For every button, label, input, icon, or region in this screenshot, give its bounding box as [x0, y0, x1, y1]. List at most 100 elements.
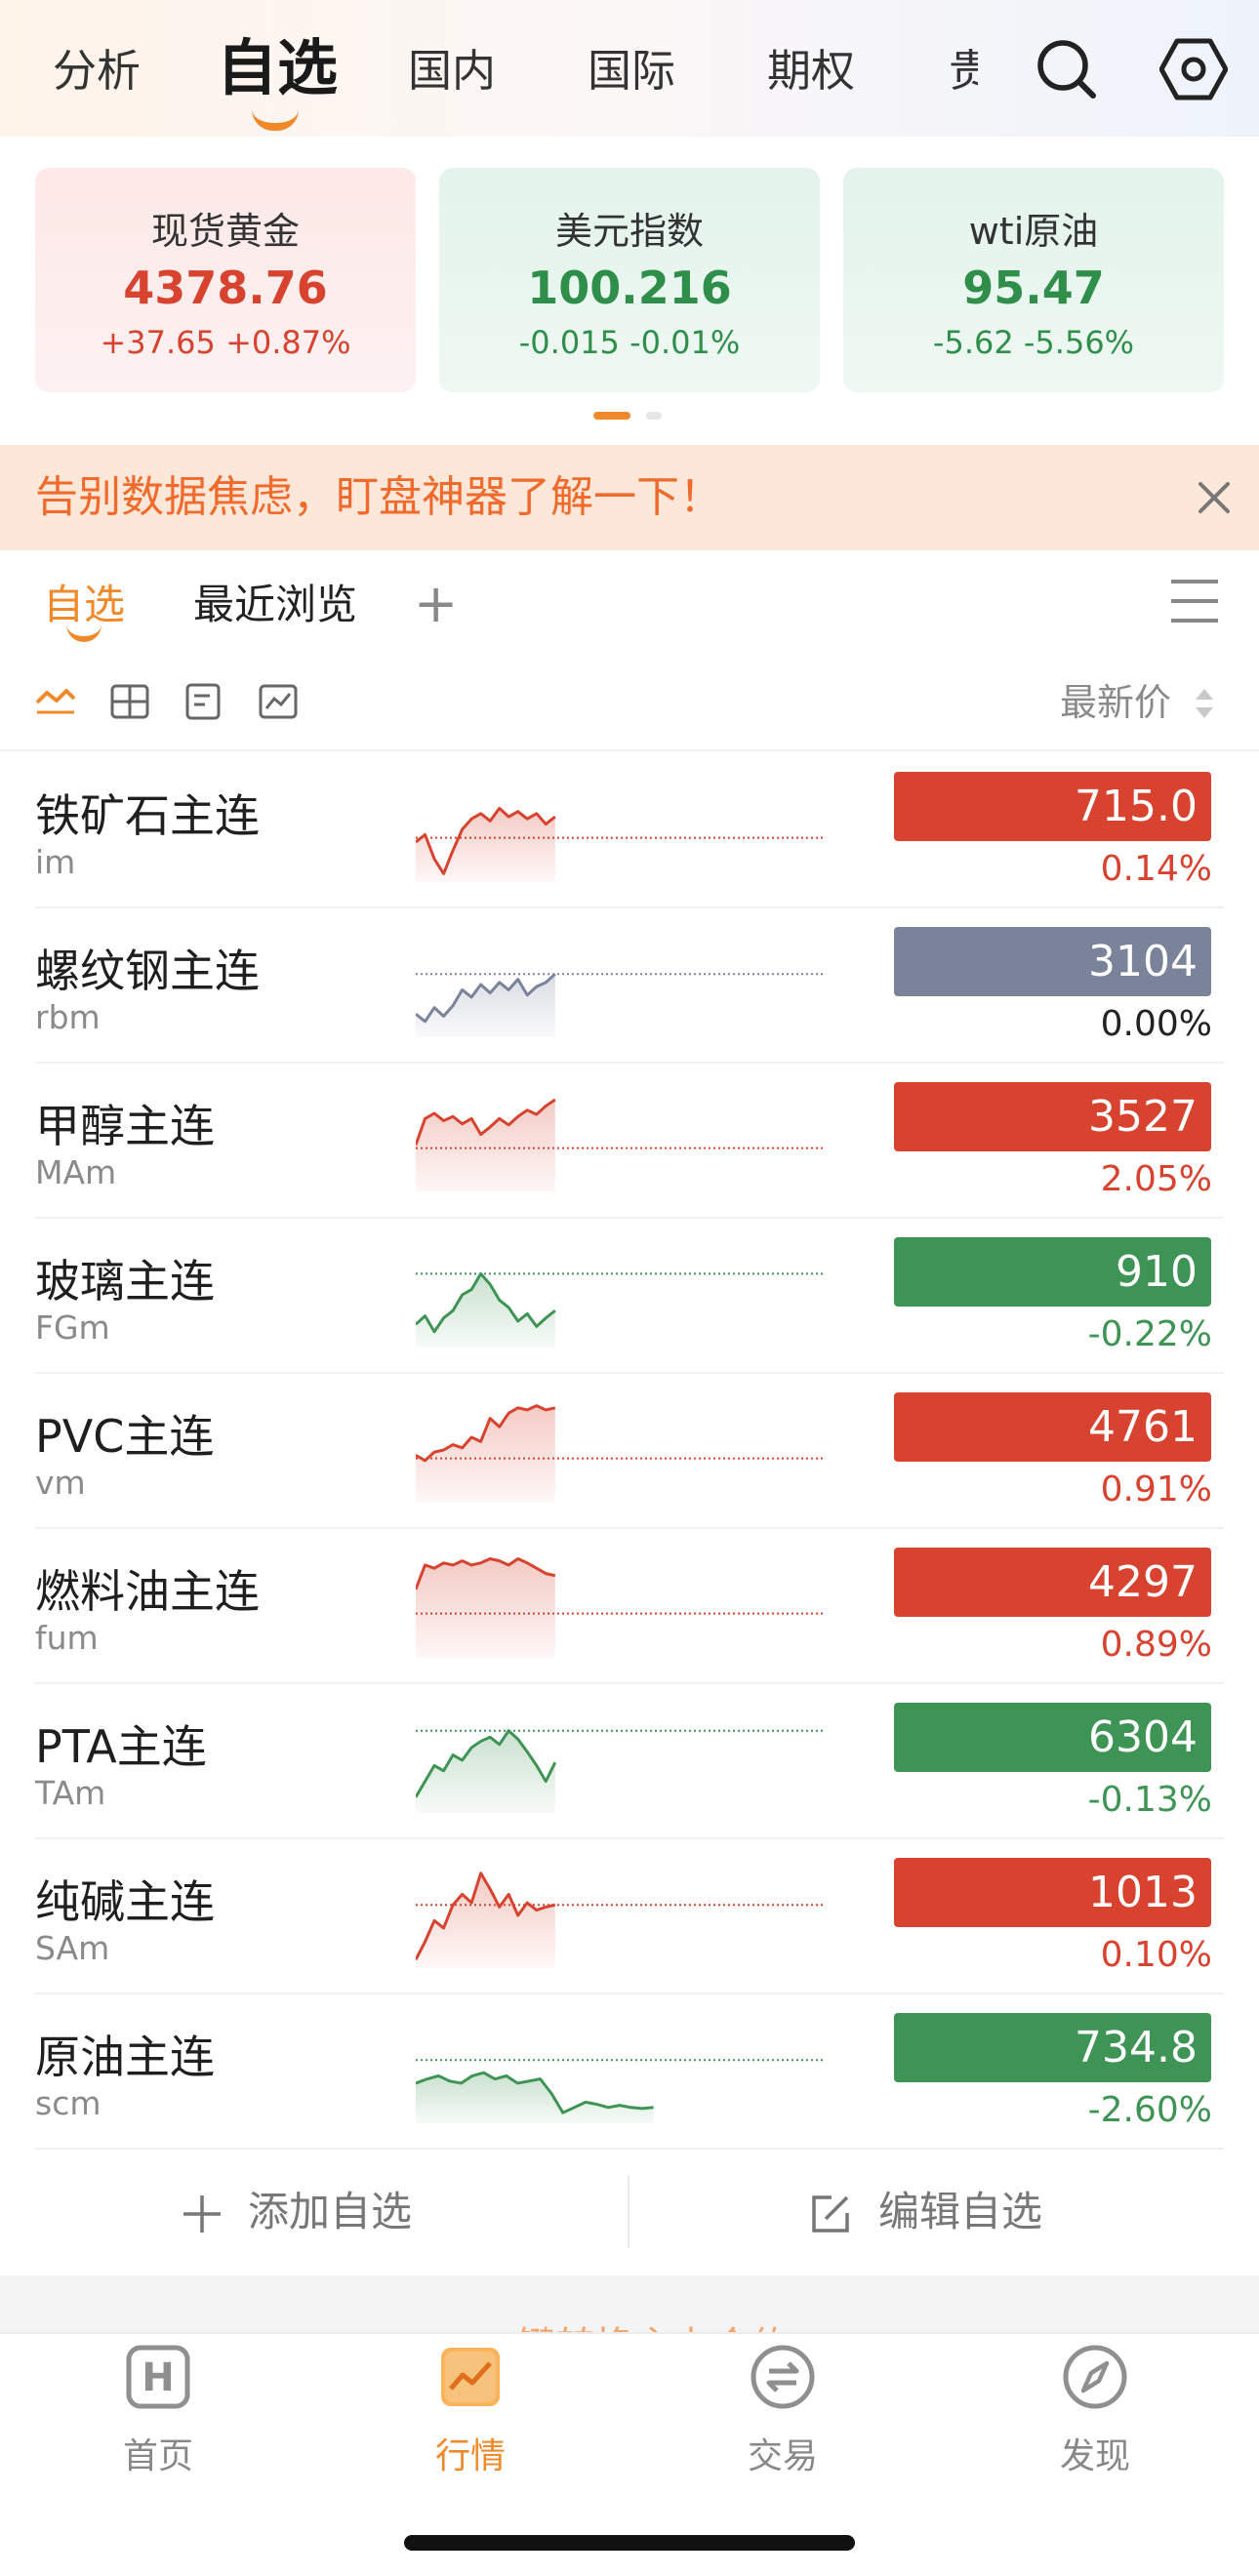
tab-international[interactable]: 国际 — [588, 0, 675, 137]
ticker-card-wti[interactable]: wti原油 95.47 -5.62 -5.56% — [843, 168, 1224, 392]
card-view-icon[interactable] — [183, 681, 224, 722]
contract-name: 甲醇主连 — [35, 1100, 215, 1152]
change-percent: 0.91% — [1100, 1469, 1212, 1509]
tab-precious-metals[interactable]: 贵 — [949, 0, 978, 137]
menu-icon[interactable] — [1169, 576, 1220, 626]
bottom-tab-market[interactable]: 行情 — [373, 2334, 568, 2529]
edit-icon — [812, 2195, 849, 2233]
change-percent: -0.22% — [1087, 1314, 1212, 1354]
svg-text:H: H — [142, 2355, 174, 2400]
contract-name: 铁矿石主连 — [35, 789, 260, 842]
ticker-change: -5.62 -5.56% — [932, 324, 1135, 361]
bottom-tab-trade[interactable]: 交易 — [685, 2334, 880, 2529]
intraday-sparkline — [416, 1872, 826, 1968]
discover-icon — [1063, 2345, 1127, 2409]
settings-icon[interactable] — [1159, 35, 1228, 103]
sparkline-area — [416, 1273, 555, 1348]
banner-text[interactable]: 告别数据焦虑，盯盘神器了解一下！ — [35, 445, 722, 550]
home-indicator — [404, 2535, 855, 2551]
edit-watchlist-button[interactable]: 编辑自选 — [878, 2151, 1042, 2274]
intraday-sparkline — [416, 2059, 826, 2123]
latest-price: 4297 — [894, 1548, 1211, 1617]
contract-code: vm — [35, 1464, 86, 1502]
latest-price: 3104 — [894, 927, 1211, 996]
sort-arrows-icon[interactable] — [1193, 685, 1216, 722]
sort-by-price[interactable]: 最新价 — [1060, 673, 1171, 732]
latest-price: 4761 — [894, 1392, 1211, 1462]
sparkline-view-icon[interactable] — [35, 681, 76, 722]
contract-code: fum — [35, 1619, 99, 1657]
promo-strip[interactable]: 一键转换主力合约 > — [0, 2275, 1259, 2334]
carousel-dot-active[interactable] — [593, 412, 630, 420]
contract-code: scm — [35, 2084, 102, 2122]
intraday-sparkline — [416, 1098, 826, 1192]
change-percent: 2.05% — [1100, 1159, 1212, 1199]
change-percent: 0.89% — [1100, 1625, 1212, 1665]
tab-analysis[interactable]: 分析 — [53, 0, 141, 137]
contract-code: FGm — [35, 1308, 110, 1347]
bottom-tab-home[interactable]: H 首页 — [61, 2334, 256, 2529]
home-icon: H — [126, 2345, 190, 2409]
grid-view-icon[interactable] — [109, 681, 150, 722]
watchlist-row[interactable]: PVC主连 vm 4761 0.91% — [0, 1374, 1259, 1529]
contract-name: 玻璃主连 — [35, 1255, 215, 1308]
latest-price: 734.8 — [894, 2013, 1211, 2082]
subtab-indicator — [66, 624, 102, 642]
search-icon[interactable] — [1033, 35, 1101, 103]
sparkline-area — [416, 1405, 555, 1503]
add-group-button[interactable]: + — [414, 578, 458, 630]
tab-label: 发现 — [1059, 2436, 1130, 2476]
tab-domestic[interactable]: 国内 — [408, 0, 496, 137]
divider — [35, 2148, 1224, 2150]
divider — [628, 2176, 630, 2248]
watchlist-row[interactable]: 甲醇主连 MAm 3527 2.05% — [0, 1064, 1259, 1219]
promo-banner[interactable]: 告别数据焦虑，盯盘神器了解一下！ — [0, 445, 1259, 550]
carousel-dot[interactable] — [646, 412, 662, 420]
ticker-change: -0.015 -0.01% — [518, 324, 741, 361]
intraday-sparkline — [416, 973, 826, 1037]
watchlist-row[interactable]: 纯碱主连 SAm 1013 0.10% — [0, 1839, 1259, 1994]
subtab-recent[interactable]: 最近浏览 — [193, 576, 357, 634]
intraday-sparkline — [416, 1556, 826, 1658]
change-percent: -0.13% — [1087, 1780, 1212, 1820]
watchlist-row[interactable]: 燃料油主连 fum 4297 0.89% — [0, 1529, 1259, 1684]
tab-label: 首页 — [122, 2436, 193, 2476]
close-icon[interactable] — [1191, 474, 1238, 521]
ticker-price: 4378.76 — [123, 262, 328, 314]
watchlist-row[interactable]: 原油主连 scm 734.8 -2.60% — [0, 1994, 1259, 2150]
watchlist-row[interactable]: 玻璃主连 FGm 910 -0.22% — [0, 1219, 1259, 1374]
latest-price: 3527 — [894, 1082, 1211, 1151]
top-nav: 分析 自选 国内 国际 期权 贵 — [0, 0, 1259, 137]
promo-strip-text[interactable]: 一键转换主力合约 > — [478, 2314, 835, 2334]
change-percent: 0.00% — [1100, 1004, 1212, 1044]
contract-name: PTA主连 — [35, 1720, 207, 1773]
watchlist-row[interactable]: PTA主连 TAm 6304 -0.13% — [0, 1684, 1259, 1839]
add-watchlist-button[interactable]: 添加自选 — [248, 2151, 412, 2274]
watchlist-actions: 添加自选 编辑自选 — [0, 2151, 1259, 2274]
contract-code: SAm — [35, 1929, 110, 1967]
watchlist-row[interactable]: 铁矿石主连 im 715.0 0.14% — [0, 753, 1259, 908]
intraday-sparkline — [416, 1729, 826, 1813]
chart-view-icon[interactable] — [258, 681, 299, 722]
tab-label: 交易 — [747, 2436, 818, 2476]
intraday-sparkline — [416, 1271, 826, 1348]
ticker-card-usd-index[interactable]: 美元指数 100.216 -0.015 -0.01% — [439, 168, 820, 392]
sparkline-area — [416, 974, 555, 1037]
sparkline-area — [416, 808, 555, 882]
ticker-name: 现货黄金 — [150, 210, 300, 253]
contract-name: 燃料油主连 — [35, 1565, 260, 1618]
bottom-tab-discover[interactable]: 发现 — [997, 2334, 1193, 2529]
tab-label: 行情 — [434, 2436, 506, 2476]
tab-options[interactable]: 期权 — [767, 0, 855, 137]
trade-icon — [751, 2345, 815, 2409]
ticker-price: 100.216 — [527, 262, 732, 314]
change-percent: 0.14% — [1100, 849, 1212, 889]
contract-code: rbm — [35, 998, 101, 1036]
sparkline-area — [416, 1730, 555, 1813]
watchlist-row[interactable]: 螺纹钢主连 rbm 3104 0.00% — [0, 908, 1259, 1064]
market-icon — [441, 2348, 500, 2406]
divider — [0, 749, 1259, 751]
latest-price: 910 — [894, 1237, 1211, 1307]
latest-price: 6304 — [894, 1703, 1211, 1772]
ticker-card-gold[interactable]: 现货黄金 4378.76 +37.65 +0.87% — [35, 168, 416, 392]
